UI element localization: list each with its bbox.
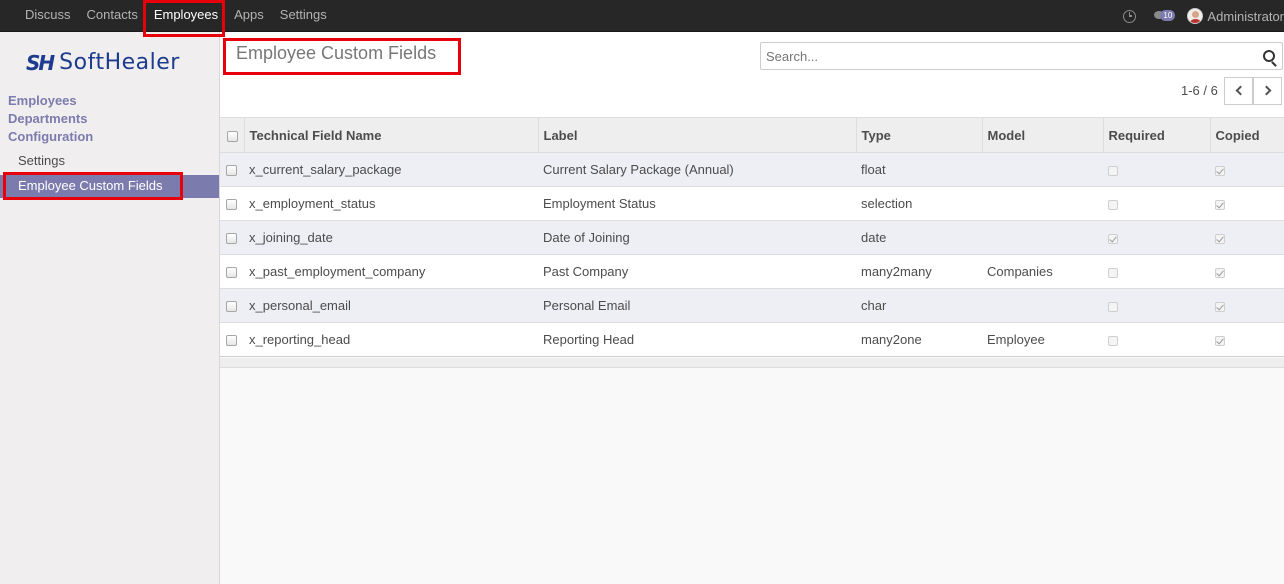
page-title: Employee Custom Fields [236, 43, 437, 63]
nav-employees[interactable]: Employees [146, 0, 226, 32]
pager-value[interactable]: 1-6 / 6 [1181, 83, 1218, 98]
sidebar-section-employees[interactable]: Employees [8, 93, 77, 108]
table-row[interactable]: x_reporting_head Reporting Head many2one… [220, 322, 1284, 357]
top-navbar: Discuss Contacts Employees Apps Settings… [0, 0, 1284, 32]
table-row[interactable]: x_current_salary_package Current Salary … [220, 152, 1284, 187]
logo-text: SoftHealer [59, 50, 180, 75]
required-checkbox [1108, 335, 1118, 346]
column-header-technical-field-name[interactable]: Technical Field Name [243, 117, 538, 153]
model-cell [982, 220, 1103, 255]
required-checkbox [1108, 165, 1118, 176]
model-cell [982, 288, 1103, 323]
type-cell: float [856, 152, 982, 187]
label-cell: Employment Status [538, 186, 856, 221]
app-menu: Discuss Contacts Employees Apps Settings [17, 0, 335, 32]
pager-previous-button[interactable] [1224, 77, 1253, 105]
required-checkbox [1108, 267, 1118, 278]
chevron-right-icon [1261, 85, 1272, 96]
main-content: Employee Custom Fields 1-6 / 6 Technical… [220, 32, 1284, 584]
select-all-checkbox[interactable] [227, 130, 238, 142]
search-bar [760, 42, 1283, 70]
table-row[interactable]: x_employment_status Employment Status se… [220, 186, 1284, 221]
row-select-checkbox[interactable] [226, 233, 237, 245]
row-select-checkbox[interactable] [226, 335, 237, 347]
nav-apps[interactable]: Apps [226, 0, 272, 32]
type-cell: selection [856, 186, 982, 221]
required-checkbox [1108, 199, 1118, 210]
user-avatar[interactable] [1187, 8, 1204, 24]
company-logo: SH SoftHealer [26, 50, 180, 75]
model-cell: Employee [982, 322, 1103, 357]
copied-checkbox [1215, 165, 1225, 176]
copied-checkbox [1215, 233, 1225, 244]
type-cell: date [856, 220, 982, 255]
select-all-cell [220, 117, 244, 153]
required-checkbox [1108, 233, 1118, 244]
technical-field-name-cell: x_personal_email [244, 288, 538, 323]
column-header-label[interactable]: Label [537, 117, 856, 153]
sidebar-section-configuration[interactable]: Configuration [8, 129, 93, 144]
label-cell: Personal Email [538, 288, 856, 323]
row-select-checkbox[interactable] [226, 301, 237, 313]
label-cell: Past Company [538, 254, 856, 289]
copied-checkbox [1215, 301, 1225, 312]
model-cell: Companies [982, 254, 1103, 289]
table-row[interactable]: x_personal_email Personal Email char [220, 288, 1284, 323]
technical-field-name-cell: x_past_employment_company [244, 254, 538, 289]
model-cell [982, 186, 1103, 221]
copied-checkbox [1215, 335, 1225, 346]
table-row[interactable]: x_past_employment_company Past Company m… [220, 254, 1284, 289]
message-count-badge: 10 [1160, 10, 1176, 21]
logo-mark: SH [26, 50, 55, 75]
technical-field-name-cell: x_current_salary_package [244, 152, 538, 187]
systray: 10 Administrator [1123, 0, 1284, 32]
activity-clock-icon[interactable] [1123, 9, 1137, 23]
sidebar-section-departments[interactable]: Departments [8, 111, 87, 126]
search-input[interactable] [761, 43, 1241, 69]
row-select-checkbox[interactable] [226, 267, 237, 279]
row-select-checkbox[interactable] [226, 165, 237, 177]
user-menu[interactable]: Administrator [1207, 9, 1284, 24]
sidebar: SH SoftHealer Employees Departments Conf… [0, 32, 220, 584]
required-checkbox [1108, 301, 1118, 312]
control-panel: Employee Custom Fields 1-6 / 6 [220, 32, 1284, 117]
chevron-left-icon [1235, 85, 1246, 96]
row-select-checkbox[interactable] [226, 199, 237, 211]
technical-field-name-cell: x_employment_status [244, 186, 538, 221]
column-header-type[interactable]: Type [855, 117, 982, 153]
list-footer [220, 358, 1284, 368]
column-header-required[interactable]: Required [1102, 117, 1210, 153]
nav-settings[interactable]: Settings [272, 0, 335, 32]
type-cell: char [856, 288, 982, 323]
sidebar-item-employee-custom-fields[interactable]: Employee Custom Fields [0, 175, 219, 198]
copied-checkbox [1215, 199, 1225, 210]
model-cell [982, 152, 1103, 187]
label-cell: Current Salary Package (Annual) [538, 152, 856, 187]
sidebar-item-settings[interactable]: Settings [18, 153, 65, 168]
messaging-menu[interactable]: 10 [1154, 8, 1176, 24]
type-cell: many2many [856, 254, 982, 289]
custom-fields-table: Technical Field Name Label Type Model Re… [220, 117, 1284, 357]
table-header-row: Technical Field Name Label Type Model Re… [220, 117, 1284, 153]
label-cell: Reporting Head [538, 322, 856, 357]
label-cell: Date of Joining [538, 220, 856, 255]
column-header-copied[interactable]: Copied [1209, 117, 1284, 153]
technical-field-name-cell: x_joining_date [244, 220, 538, 255]
column-header-model[interactable]: Model [981, 117, 1103, 153]
type-cell: many2one [856, 322, 982, 357]
search-icon[interactable] [1263, 50, 1275, 62]
technical-field-name-cell: x_reporting_head [244, 322, 538, 357]
nav-contacts[interactable]: Contacts [79, 0, 146, 32]
pager-next-button[interactable] [1253, 77, 1282, 105]
table-row[interactable]: x_joining_date Date of Joining date [220, 220, 1284, 255]
nav-discuss[interactable]: Discuss [17, 0, 79, 32]
copied-checkbox [1215, 267, 1225, 278]
